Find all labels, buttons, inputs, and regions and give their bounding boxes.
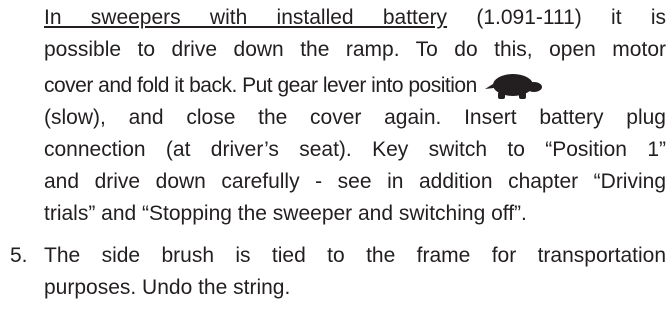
turtle-icon — [483, 72, 545, 100]
text-line-3: cover and fold it back. Put gear lever i… — [44, 70, 666, 102]
text-line-6: and drive down carefully - see in additi… — [44, 170, 666, 193]
text-line-7: trials” and “Stopping the sweeper and sw… — [44, 202, 527, 225]
text-segment: (1.091-111) it is — [447, 6, 666, 29]
list-item-line-1: The side brush is tied to the frame for … — [44, 244, 666, 267]
text-line-2: possible to drive down the ramp. To do t… — [44, 38, 666, 61]
text-segment: cover and fold it back. Put gear lever i… — [44, 74, 477, 97]
text-line-5: connection (at driver’s seat). Key switc… — [44, 138, 666, 161]
list-item-line-2: purposes. Undo the string. — [44, 276, 291, 299]
text-line-1: In sweepers with installed battery (1.09… — [44, 2, 666, 34]
list-number: 5. — [10, 244, 28, 267]
text-line-4: (slow), and close the cover again. Inser… — [44, 106, 666, 129]
underlined-phrase: In sweepers with installed battery — [44, 6, 448, 29]
